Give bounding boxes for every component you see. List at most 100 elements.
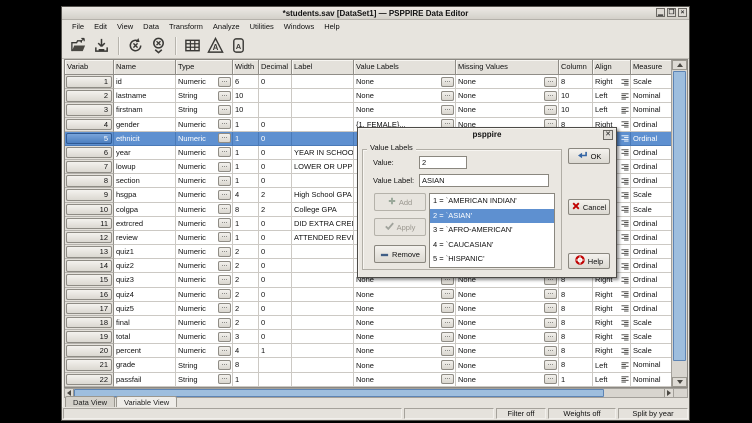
cell-decimals[interactable]: 0: [259, 273, 292, 287]
cell-type[interactable]: Numeric...: [176, 146, 233, 160]
remove-button[interactable]: Remove: [374, 245, 426, 263]
type-ellipsis-button[interactable]: ...: [218, 360, 231, 370]
cell-measure[interactable]: Nominal: [631, 373, 671, 387]
cell-decimals[interactable]: [259, 358, 292, 372]
type-ellipsis-button[interactable]: ...: [218, 133, 231, 143]
find-icon[interactable]: A: [205, 35, 226, 56]
cell-label[interactable]: DID EXTRA CREDIT PRO: [292, 217, 354, 231]
cell-decimals[interactable]: 0: [259, 259, 292, 273]
type-ellipsis-button[interactable]: ...: [218, 318, 231, 328]
cell-name[interactable]: ethnicit: [114, 132, 176, 146]
cell-type[interactable]: String...: [176, 358, 233, 372]
row-number-button[interactable]: 15: [66, 274, 112, 286]
type-ellipsis-button[interactable]: ...: [218, 346, 231, 356]
cell-width[interactable]: 1: [233, 118, 259, 132]
missing-values-ellipsis-button[interactable]: ...: [544, 91, 557, 101]
row-number-cell[interactable]: 20: [65, 344, 114, 358]
menu-view[interactable]: View: [112, 20, 138, 33]
cell-width[interactable]: 2: [233, 245, 259, 259]
cell-name[interactable]: review: [114, 231, 176, 245]
value-labels-ellipsis-button[interactable]: ...: [441, 289, 454, 299]
cell-label[interactable]: [292, 132, 354, 146]
value-input[interactable]: 2: [419, 156, 467, 169]
menu-utilities[interactable]: Utilities: [245, 20, 279, 33]
cell-width[interactable]: 3: [233, 330, 259, 344]
cell-label[interactable]: [292, 273, 354, 287]
cell-name[interactable]: quiz1: [114, 245, 176, 259]
value-label-list-item[interactable]: 2 = `ASIAN': [430, 209, 554, 224]
cell-decimals[interactable]: 0: [259, 174, 292, 188]
save-icon[interactable]: [91, 35, 112, 56]
missing-values-ellipsis-button[interactable]: ...: [544, 360, 557, 370]
cell-decimals[interactable]: 1: [259, 344, 292, 358]
cell-align[interactable]: Right: [593, 75, 631, 89]
cell-measure[interactable]: Scale: [631, 316, 671, 330]
type-ellipsis-button[interactable]: ...: [218, 218, 231, 228]
cell-measure[interactable]: Nominal: [631, 103, 671, 117]
cell-decimals[interactable]: 0: [259, 330, 292, 344]
cell-measure[interactable]: Scale: [631, 203, 671, 217]
cell-width[interactable]: 1: [233, 174, 259, 188]
cell-missing-values[interactable]: None...: [456, 344, 559, 358]
cell-columns[interactable]: 1: [559, 373, 593, 387]
cell-type[interactable]: String...: [176, 373, 233, 387]
row-number-cell[interactable]: 6: [65, 146, 114, 160]
cell-width[interactable]: 1: [233, 132, 259, 146]
row-number-button[interactable]: 3: [66, 104, 112, 116]
cell-align[interactable]: Right: [593, 316, 631, 330]
cell-value-labels[interactable]: None...: [354, 103, 456, 117]
cell-width[interactable]: 8: [233, 203, 259, 217]
missing-values-ellipsis-button[interactable]: ...: [544, 346, 557, 356]
value-labels-ellipsis-button[interactable]: ...: [441, 91, 454, 101]
value-labels-ellipsis-button[interactable]: ...: [441, 346, 454, 356]
row-number-button[interactable]: 2: [66, 90, 112, 102]
cell-type[interactable]: Numeric...: [176, 203, 233, 217]
cell-name[interactable]: gender: [114, 118, 176, 132]
cell-type[interactable]: Numeric...: [176, 259, 233, 273]
cell-decimals[interactable]: [259, 89, 292, 103]
cell-name[interactable]: quiz2: [114, 259, 176, 273]
cell-value-labels[interactable]: None...: [354, 373, 456, 387]
row-number-button[interactable]: 18: [66, 317, 112, 329]
cell-missing-values[interactable]: None...: [456, 288, 559, 302]
dialog-close-icon[interactable]: ✕: [603, 130, 613, 140]
cell-name[interactable]: quiz3: [114, 273, 176, 287]
cell-width[interactable]: 1: [233, 160, 259, 174]
cell-measure[interactable]: Ordinal: [631, 174, 671, 188]
row-number-cell[interactable]: 17: [65, 302, 114, 316]
row-number-button[interactable]: 10: [66, 204, 112, 216]
cell-width[interactable]: 2: [233, 273, 259, 287]
cell-type[interactable]: String...: [176, 103, 233, 117]
cell-align[interactable]: Right: [593, 330, 631, 344]
cell-decimals[interactable]: 0: [259, 118, 292, 132]
row-number-cell[interactable]: 3: [65, 103, 114, 117]
value-labels-ellipsis-button[interactable]: ...: [441, 374, 454, 384]
cell-measure[interactable]: Ordinal: [631, 302, 671, 316]
goto-variable-icon[interactable]: [148, 35, 169, 56]
close-button[interactable]: ×: [678, 8, 687, 17]
row-number-cell[interactable]: 13: [65, 245, 114, 259]
cell-type[interactable]: Numeric...: [176, 344, 233, 358]
split-status[interactable]: Split by year: [618, 408, 688, 419]
cell-label[interactable]: [292, 118, 354, 132]
cell-type[interactable]: Numeric...: [176, 174, 233, 188]
cell-columns[interactable]: 8: [559, 358, 593, 372]
cell-type[interactable]: String...: [176, 89, 233, 103]
cell-columns[interactable]: 8: [559, 75, 593, 89]
cell-width[interactable]: 2: [233, 316, 259, 330]
vertical-scrollbar-thumb[interactable]: [673, 71, 686, 361]
row-number-cell[interactable]: 4: [65, 118, 114, 132]
open-icon[interactable]: [68, 35, 89, 56]
maximize-button[interactable]: ❐: [667, 8, 676, 17]
cell-type[interactable]: Numeric...: [176, 217, 233, 231]
row-number-cell[interactable]: 8: [65, 174, 114, 188]
cell-label[interactable]: College GPA: [292, 203, 354, 217]
menu-help[interactable]: Help: [319, 20, 344, 33]
cell-type[interactable]: Numeric...: [176, 330, 233, 344]
row-number-button[interactable]: 19: [66, 331, 112, 343]
type-ellipsis-button[interactable]: ...: [218, 204, 231, 214]
row-number-cell[interactable]: 7: [65, 160, 114, 174]
menu-edit[interactable]: Edit: [89, 20, 112, 33]
cell-label[interactable]: [292, 330, 354, 344]
cell-measure[interactable]: Ordinal: [631, 245, 671, 259]
